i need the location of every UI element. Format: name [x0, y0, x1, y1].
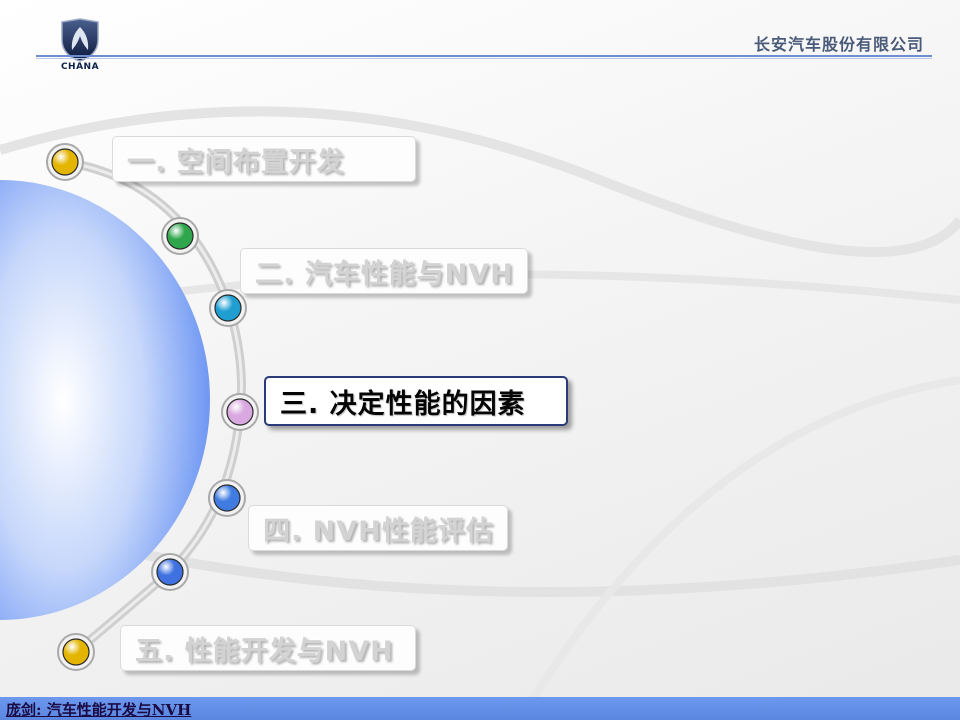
menu-item-1[interactable]: 一. 空间布置开发	[112, 136, 416, 182]
background-decor	[0, 106, 960, 720]
company-name: 长安汽车股份有限公司	[753, 35, 924, 54]
timeline-dot-yellow	[57, 633, 95, 671]
footer-text: 庞剑: 汽车性能开发与NVH	[6, 701, 192, 719]
timeline-dot-blue	[208, 479, 246, 517]
logo-text: CHANA	[60, 62, 100, 72]
chana-logo: CHANA	[52, 18, 108, 76]
header-divider-thin	[36, 58, 932, 59]
footer-bar: 庞剑: 汽车性能开发与NVH	[0, 697, 960, 720]
header-divider	[36, 55, 932, 57]
menu-item-label: 二. 汽车性能与NVH	[255, 258, 514, 290]
menu-item-3-active[interactable]: 三. 决定性能的因素	[264, 376, 568, 426]
bg-arc	[516, 376, 960, 720]
timeline-dot-blue	[151, 553, 189, 591]
menu-item-2[interactable]: 二. 汽车性能与NVH	[240, 248, 528, 294]
menu-item-label: 四. NVH性能评估	[263, 515, 494, 547]
menu-item-4[interactable]: 四. NVH性能评估	[248, 505, 508, 551]
timeline-dot-teal	[209, 289, 247, 327]
menu-item-label: 三. 决定性能的因素	[280, 388, 526, 420]
menu-item-5[interactable]: 五. 性能开发与NVH	[120, 625, 416, 671]
menu-item-label: 一. 空间布置开发	[127, 146, 345, 178]
slide: CHANA 长安汽车股份有限公司 一. 空间布置开发 二. 汽车性能与NVH 三…	[0, 0, 960, 720]
menu-item-label: 五. 性能开发与NVH	[135, 635, 394, 667]
timeline-dot-green	[161, 217, 199, 255]
timeline-dot-yellow	[46, 143, 84, 181]
timeline-dot-pink	[221, 393, 259, 431]
